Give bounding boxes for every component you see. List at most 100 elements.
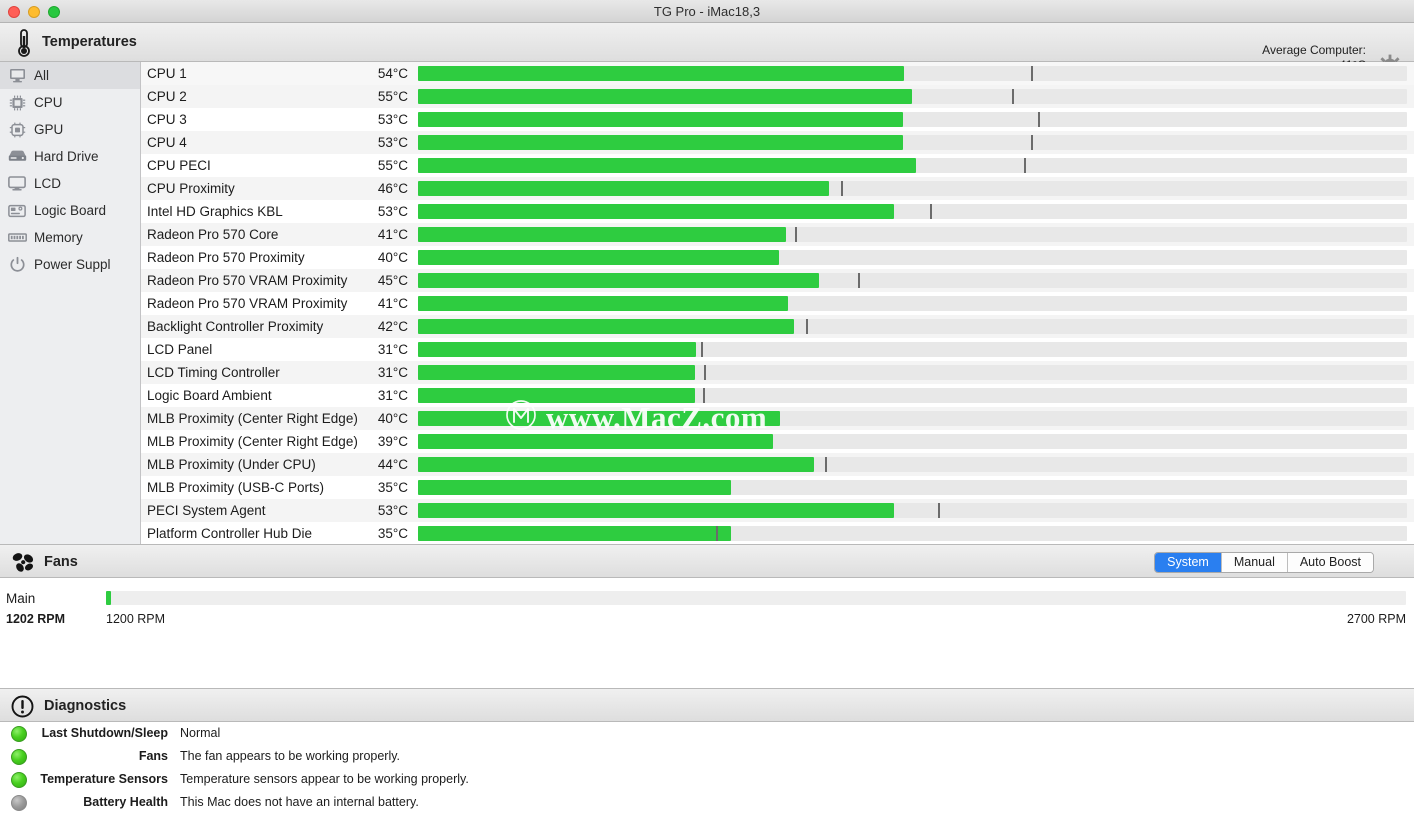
fan-speed-fill [106,591,111,605]
sensor-bar-track [418,319,1407,334]
table-row[interactable]: Radeon Pro 570 Core 41°C [141,223,1414,246]
sidebar-item-logic-board[interactable]: Logic Board [0,197,140,224]
table-row[interactable]: Logic Board Ambient 31°C [141,384,1414,407]
table-row[interactable]: MLB Proximity (Under CPU) 44°C [141,453,1414,476]
sidebar-item-power-suppl[interactable]: Power Suppl [0,251,140,278]
sidebar-item-all[interactable]: All [0,62,140,89]
sensor-bar-track [418,457,1407,472]
table-row[interactable]: PECI System Agent 53°C [141,499,1414,522]
table-row[interactable]: MLB Proximity (Center Right Edge) 39°C [141,430,1414,453]
fan-max-rpm: 2700 RPM [1346,612,1406,626]
tg-pro-window: TG Pro - iMac18,3 Temperatures Average C… [0,0,1414,835]
sensor-bar-fill [418,457,814,472]
diagnostic-label: Temperature Sensors [40,772,168,786]
diagnostic-label: Battery Health [83,795,168,809]
table-row[interactable]: LCD Timing Controller 31°C [141,361,1414,384]
table-row[interactable]: LCD Panel 31°C [141,338,1414,361]
sensor-value: 55°C [377,158,408,173]
sensor-bar-fill [418,434,774,449]
diagnostic-message: Temperature sensors appear to be working… [180,772,469,786]
table-row[interactable]: Radeon Pro 570 VRAM Proximity 45°C [141,269,1414,292]
fan-mode-system[interactable]: System [1155,553,1222,572]
diagnostic-row: Temperature Sensors Temperature sensors a… [0,768,1414,791]
diagnostic-row: Battery Health This Mac does not have an … [0,791,1414,814]
sidebar-item-memory[interactable]: Memory [0,224,140,251]
sensor-name: MLB Proximity (Center Right Edge) [147,411,358,426]
table-row[interactable]: CPU 1 54°C [141,62,1414,85]
table-row[interactable]: CPU 3 53°C [141,108,1414,131]
panel-title-fans: Fans [44,554,78,570]
table-row[interactable]: MLB Proximity (Center Right Edge) 40°C [141,407,1414,430]
sensor-name: Radeon Pro 570 Core [147,227,279,242]
table-row[interactable]: Intel HD Graphics KBL 53°C [141,200,1414,223]
power-icon [6,256,28,274]
sensor-bar-track [418,526,1407,541]
fan-mode-segmented-control[interactable]: System Manual Auto Boost [1154,552,1374,573]
sensor-bar-fill [418,181,830,196]
fan-speed-track[interactable] [106,591,1406,605]
sensor-peak-marker [1031,135,1034,150]
fan-mode-auto-boost[interactable]: Auto Boost [1287,553,1373,572]
logic-board-icon [6,202,28,220]
category-sidebar[interactable]: All CPU GPU Hard Drive LCD Logic Board Memory P… [0,62,141,544]
sensor-name: LCD Panel [147,342,213,357]
sensor-bar-fill [418,204,894,219]
sensor-bar-track [418,503,1407,518]
imac-icon [6,67,28,85]
table-row[interactable]: MLB Proximity (USB-C Ports) 35°C [141,476,1414,499]
sensor-value: 45°C [377,273,408,288]
sensor-bar-fill [418,158,917,173]
table-row[interactable]: Backlight Controller Proximity 42°C [141,315,1414,338]
sensor-value: 39°C [377,434,408,449]
sensor-bar-track [418,112,1407,127]
diagnostics-header: Diagnostics [0,688,1414,722]
table-row[interactable]: CPU 4 53°C [141,131,1414,154]
sensor-name: MLB Proximity (Center Right Edge) [147,434,358,449]
temperature-sensor-list[interactable]: CPU 1 54°C CPU 2 55°C CPU 3 53°C CPU 4 53°C CPU … [141,62,1414,544]
sensor-peak-marker [858,273,861,288]
sensor-bar-fill [418,250,779,265]
sidebar-item-label: Logic Board [34,203,107,218]
sensor-peak-marker [938,503,941,518]
sensor-peak-marker [805,319,808,334]
table-row[interactable]: CPU 2 55°C [141,85,1414,108]
sensor-bar-track [418,273,1407,288]
sensor-value: 55°C [377,89,408,104]
sensor-name: CPU 2 [147,89,187,104]
sensor-name: CPU 3 [147,112,187,127]
sensor-peak-marker [702,388,705,403]
fan-mode-manual[interactable]: Manual [1221,553,1288,572]
sensor-value: 41°C [377,296,408,311]
sidebar-item-lcd[interactable]: LCD [0,170,140,197]
sidebar-item-label: Memory [34,230,83,245]
sensor-bar-track [418,66,1407,81]
sidebar-item-cpu[interactable]: CPU [0,89,140,116]
sensor-bar-fill [418,526,731,541]
table-row[interactable]: Radeon Pro 570 VRAM Proximity 41°C [141,292,1414,315]
sensor-value: 40°C [377,411,408,426]
window-title: TG Pro - iMac18,3 [653,4,761,19]
sidebar-item-hard-drive[interactable]: Hard Drive [0,143,140,170]
diagnostic-row: Last Shutdown/Sleep Normal [0,722,1414,745]
sensor-name: Logic Board Ambient [147,388,272,403]
sensor-bar-track [418,480,1407,495]
temperatures-header: Temperatures Average Computer: 41°C CPU:… [0,23,1414,132]
table-row[interactable]: CPU Proximity 46°C [141,177,1414,200]
table-row[interactable]: CPU PECI 55°C [141,154,1414,177]
sensor-bar-track [418,365,1407,380]
sensor-value: 53°C [377,204,408,219]
table-row[interactable]: Platform Controller Hub Die 35°C [141,522,1414,544]
sensor-bar-fill [418,365,695,380]
diagnostic-label: Fans [138,749,168,763]
sensor-peak-marker [1012,89,1015,104]
sensor-peak-marker [1024,158,1027,173]
fan-current-rpm: 1202 RPM [6,612,66,626]
sensor-bar-track [418,204,1407,219]
sensor-value: 31°C [377,388,408,403]
panel-title-temperatures: Temperatures [42,34,137,50]
sensor-bar-fill [418,319,794,334]
sensor-value: 46°C [377,181,408,196]
display-icon [6,175,28,193]
sidebar-item-gpu[interactable]: GPU [0,116,140,143]
table-row[interactable]: Radeon Pro 570 Proximity 40°C [141,246,1414,269]
